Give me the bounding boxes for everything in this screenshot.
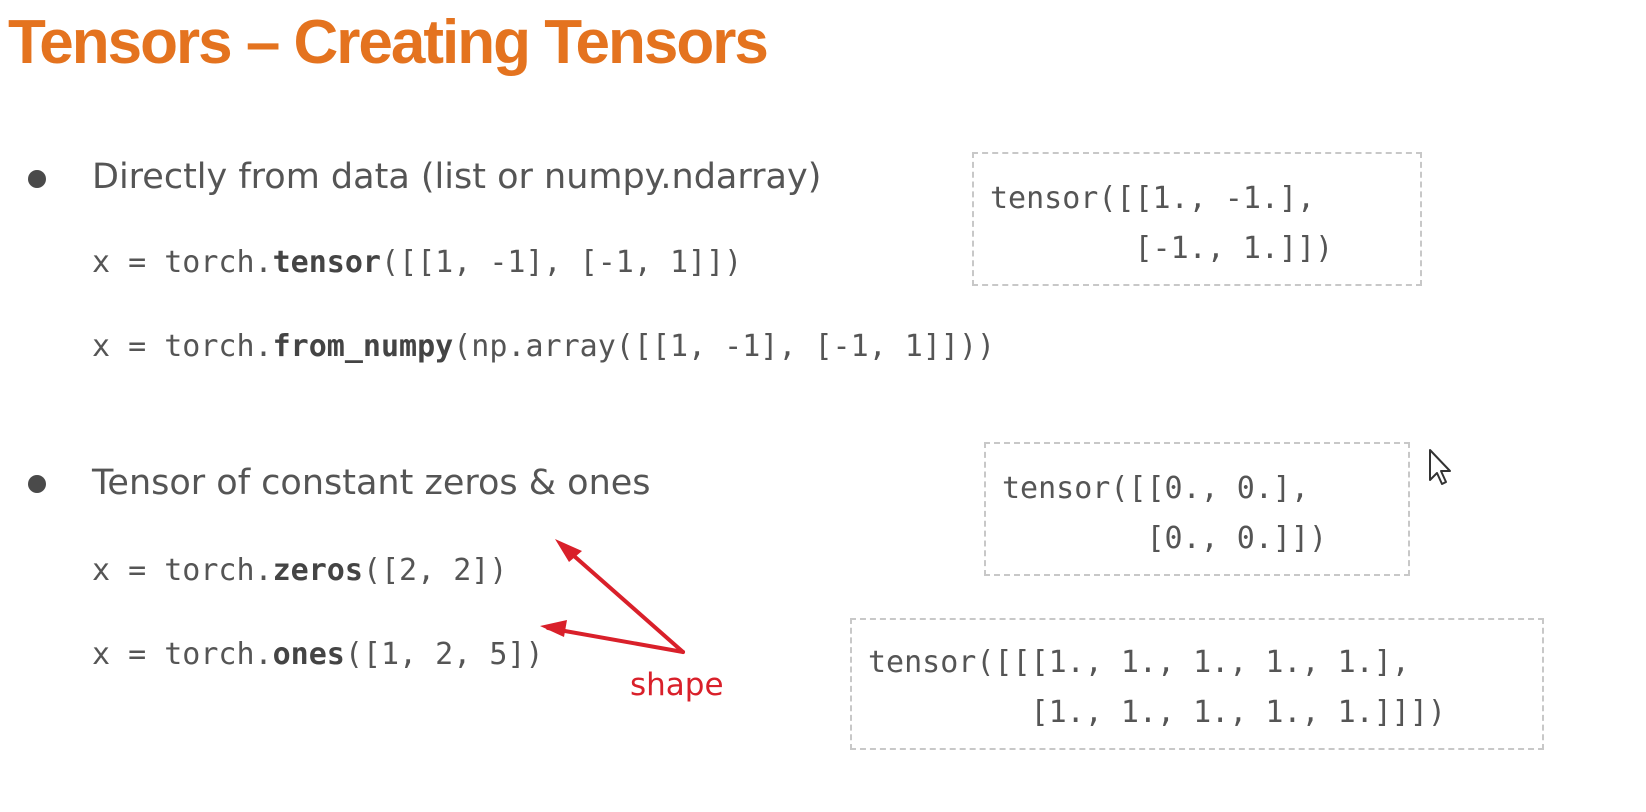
arrowhead-ones-icon bbox=[540, 620, 567, 637]
shape-annotation-arrows bbox=[540, 449, 1451, 654]
arrow-to-zeros-shape bbox=[563, 546, 685, 654]
mouse-pointer-icon bbox=[1429, 449, 1451, 485]
shape-annotation-label: shape bbox=[630, 667, 724, 703]
